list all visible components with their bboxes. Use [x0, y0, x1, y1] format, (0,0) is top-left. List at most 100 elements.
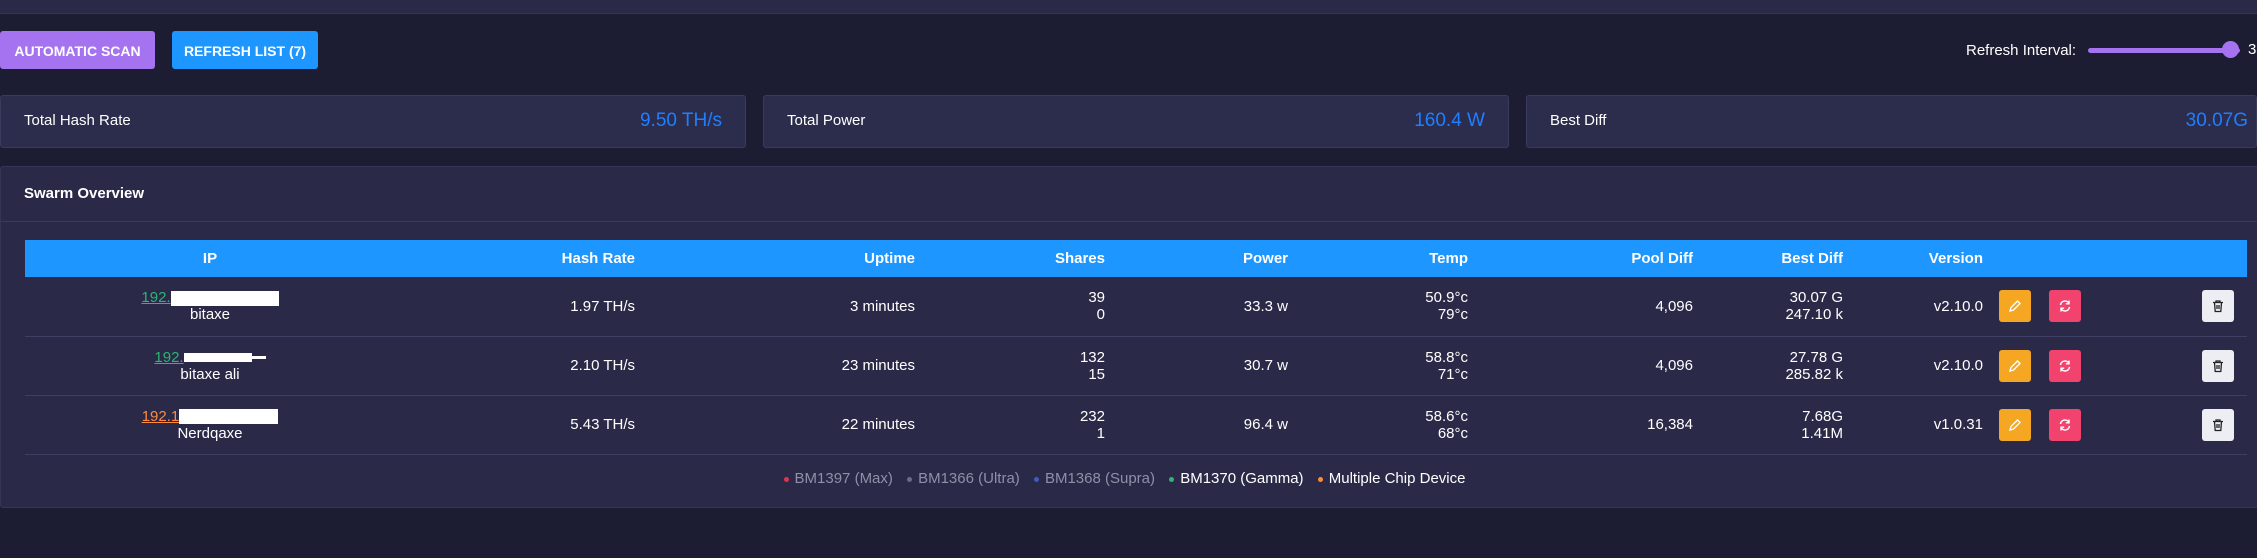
- redaction-mask: [179, 409, 279, 425]
- col-header-hash-rate: Hash Rate: [561, 250, 635, 267]
- best-diff-session: 1.41M: [1801, 424, 1843, 442]
- best-diff-cell: 7.68G 1.41M: [1693, 395, 1843, 454]
- stat-card-best-diff: Best Diff 30.07G: [1526, 95, 2257, 148]
- legend-dot: [783, 476, 789, 482]
- temp-vr: 68°c: [1437, 424, 1468, 442]
- redaction-mask: [251, 356, 266, 360]
- uptime-cell: 22 minutes: [841, 416, 915, 433]
- ip-cell: 192. bitaxe ali: [25, 336, 395, 395]
- panel-header: Swarm Overview: [1, 167, 2257, 222]
- hash-rate-cell: 2.10 TH/s: [570, 357, 635, 374]
- stat-card-total-power: Total Power 160.4 W: [763, 95, 1509, 148]
- device-ip-link[interactable]: 192.: [141, 289, 170, 306]
- device-hostname: bitaxe ali: [180, 365, 240, 383]
- best-diff-session: 247.10 k: [1785, 306, 1843, 324]
- ip-cell: 192. bitaxe: [25, 277, 395, 336]
- pool-diff-cell: 16,384: [1647, 416, 1693, 433]
- uptime-cell: 3 minutes: [849, 297, 915, 315]
- shares-rejected: 15: [1088, 365, 1105, 383]
- stat-value: 9.50 TH/s: [639, 110, 722, 131]
- refresh-list-button[interactable]: REFRESH LIST (7): [172, 31, 318, 69]
- uptime-cell: 23 minutes: [841, 357, 915, 374]
- col-header-pool-diff: Pool Diff: [1631, 250, 1693, 267]
- power-cell: 33.3 w: [1243, 297, 1288, 315]
- shares-cell: 132 15: [915, 336, 1105, 395]
- best-diff-session: 285.82 k: [1785, 365, 1843, 383]
- automatic-scan-button[interactable]: AUTOMATIC SCAN: [0, 31, 155, 69]
- refresh-interval-label: Refresh Interval:: [1966, 41, 2077, 59]
- restart-button[interactable]: [2049, 290, 2082, 323]
- trash-icon: [2213, 418, 2224, 431]
- legend-item-bm1370: BM1370 (Gamma): [1169, 470, 1308, 487]
- shares-cell: 232 1: [915, 395, 1105, 454]
- stat-label: Total Power: [787, 112, 866, 129]
- stat-label: Best Diff: [1550, 112, 1607, 129]
- top-strip: [0, 0, 2257, 14]
- redaction-mask: [170, 290, 279, 306]
- table-header-row: IP Hash Rate Uptime Shares Power Temp Po…: [25, 240, 2247, 277]
- col-header-version: Version: [1928, 250, 1983, 267]
- temp-vr: 79°c: [1437, 306, 1468, 324]
- redaction-mask: [183, 353, 252, 363]
- col-header-actions: [1983, 240, 2247, 277]
- table-row: 192. bitaxe ali 2.10 TH/s 23 minutes 132…: [25, 336, 2247, 395]
- best-diff-all: 30.07 G: [1789, 289, 1843, 307]
- delete-button[interactable]: [2202, 408, 2235, 441]
- delete-button[interactable]: [2202, 290, 2235, 323]
- trash-icon: [2213, 300, 2224, 313]
- refresh-interval-value: 30: [2248, 41, 2257, 58]
- panel-title: Swarm Overview: [24, 185, 145, 202]
- pool-diff-cell: 4,096: [1655, 357, 1693, 374]
- col-header-ip: IP: [202, 250, 218, 267]
- pencil-icon: [2008, 359, 2021, 372]
- stat-label: Total Hash Rate: [24, 112, 131, 129]
- power-cell: 96.4 w: [1243, 416, 1288, 433]
- ip-cell: 192.1 Nerdqaxe: [25, 395, 395, 454]
- power-cell: 30.7 w: [1243, 357, 1288, 374]
- col-header-best-diff: Best Diff: [1781, 250, 1843, 267]
- delete-button[interactable]: [2202, 349, 2235, 382]
- temp-asic: 58.6°c: [1425, 407, 1468, 425]
- shares-accepted: 232: [1079, 407, 1105, 425]
- chip-legend: BM1397 (Max) BM1366 (Ultra) BM1368 (Supr…: [1, 470, 2257, 487]
- pool-diff-cell: 4,096: [1655, 297, 1693, 315]
- temp-cell: 58.6°c 68°c: [1288, 395, 1468, 454]
- legend-item-bm1366: BM1366 (Ultra): [907, 470, 1024, 487]
- legend-label: BM1370 (Gamma): [1180, 470, 1304, 487]
- temp-cell: 58.8°c 71°c: [1288, 336, 1468, 395]
- temp-asic: 58.8°c: [1425, 348, 1468, 366]
- col-header-uptime: Uptime: [864, 250, 915, 267]
- device-ip-link[interactable]: 192.1: [142, 408, 180, 425]
- edit-button[interactable]: [1999, 349, 2031, 382]
- hash-rate-cell: 1.97 TH/s: [570, 297, 635, 315]
- device-ip-link[interactable]: 192.: [154, 349, 183, 366]
- edit-button[interactable]: [1999, 408, 2031, 441]
- best-diff-cell: 30.07 G 247.10 k: [1693, 277, 1843, 336]
- legend-dot: [1317, 476, 1323, 482]
- version-cell: v1.0.31: [1933, 416, 1983, 433]
- actions-cell: [1983, 277, 2247, 336]
- restart-button[interactable]: [2049, 408, 2082, 441]
- shares-rejected: 1: [1096, 424, 1105, 442]
- actions-cell: [1983, 395, 2247, 454]
- legend-label: Multiple Chip Device: [1328, 470, 1466, 487]
- temp-cell: 50.9°c 79°c: [1288, 277, 1468, 336]
- col-header-power: Power: [1242, 250, 1288, 267]
- restart-button[interactable]: [2049, 349, 2082, 382]
- stat-card-total-hash-rate: Total Hash Rate 9.50 TH/s: [0, 95, 746, 148]
- refresh-interval-slider[interactable]: [2088, 48, 2240, 53]
- device-hostname: bitaxe: [189, 306, 231, 324]
- best-diff-all: 27.78 G: [1789, 348, 1843, 366]
- edit-button[interactable]: [1999, 290, 2031, 323]
- slider-thumb[interactable]: [2222, 41, 2239, 58]
- refresh-icon: [2059, 418, 2071, 431]
- swarm-table: IP Hash Rate Uptime Shares Power Temp Po…: [25, 240, 2247, 455]
- temp-asic: 50.9°c: [1425, 289, 1468, 307]
- shares-accepted: 132: [1079, 348, 1105, 366]
- actions-cell: [1983, 336, 2247, 395]
- shares-accepted: 39: [1088, 289, 1105, 307]
- legend-dot: [1169, 476, 1175, 482]
- best-diff-all: 7.68G: [1802, 407, 1843, 425]
- swarm-overview-panel: Swarm Overview IP Hash Rate Uptime Share…: [0, 166, 2257, 508]
- col-header-temp: Temp: [1429, 250, 1468, 267]
